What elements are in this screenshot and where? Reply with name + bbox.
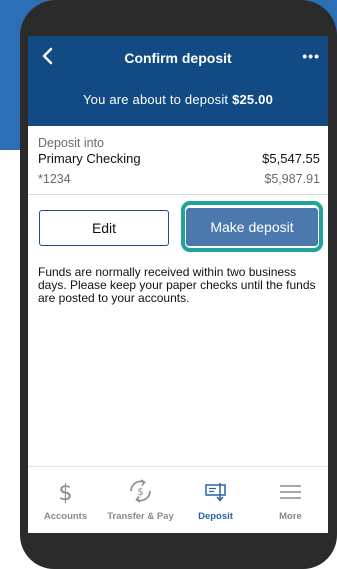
edit-button[interactable]: Edit: [39, 210, 169, 246]
tab-transfer-pay[interactable]: $ Transfer & Pay: [103, 467, 178, 527]
deposit-summary-text: You are about to deposit: [82, 92, 229, 107]
deposit-amount: $25.00: [232, 92, 274, 107]
back-chevron-icon[interactable]: [36, 44, 60, 68]
tab-label: More: [279, 511, 302, 522]
available-balance: $5,987.91: [264, 172, 320, 186]
page-title: Confirm deposit: [124, 50, 232, 66]
tab-label: Accounts: [43, 511, 88, 522]
tab-deposit[interactable]: Deposit: [178, 467, 253, 527]
more-options-icon[interactable]: •••: [302, 48, 320, 64]
phone-screen: Confirm deposit ••• You are about to dep…: [28, 36, 328, 533]
account-name: Primary Checking: [38, 151, 141, 166]
deposit-account-panel: Deposit into Primary Checking $5,547.55 …: [28, 126, 328, 195]
tab-accounts[interactable]: $ Accounts: [28, 467, 103, 527]
deposit-into-label: Deposit into: [38, 136, 105, 150]
svg-text:$: $: [59, 481, 73, 505]
svg-text:$: $: [137, 487, 143, 498]
dollar-icon: $: [28, 477, 103, 506]
account-balance: $5,547.55: [262, 151, 320, 166]
tab-label: Transfer & Pay: [107, 511, 174, 522]
transfer-icon: $: [103, 477, 178, 505]
tab-more[interactable]: More: [253, 467, 328, 527]
funds-availability-note: Funds are normally received within two b…: [38, 265, 316, 305]
header-bar: Confirm deposit ••• You are about to dep…: [28, 36, 328, 126]
menu-icon: [253, 477, 328, 505]
deposit-summary: You are about to deposit $25.00: [28, 92, 328, 107]
account-number: *1234: [38, 172, 71, 186]
make-deposit-button[interactable]: Make deposit: [186, 208, 318, 246]
check-deposit-icon: [178, 477, 253, 505]
tab-label: Deposit: [198, 511, 233, 522]
bottom-tab-bar: $ Accounts $ Transfer & Pay Deposit More: [28, 466, 328, 533]
